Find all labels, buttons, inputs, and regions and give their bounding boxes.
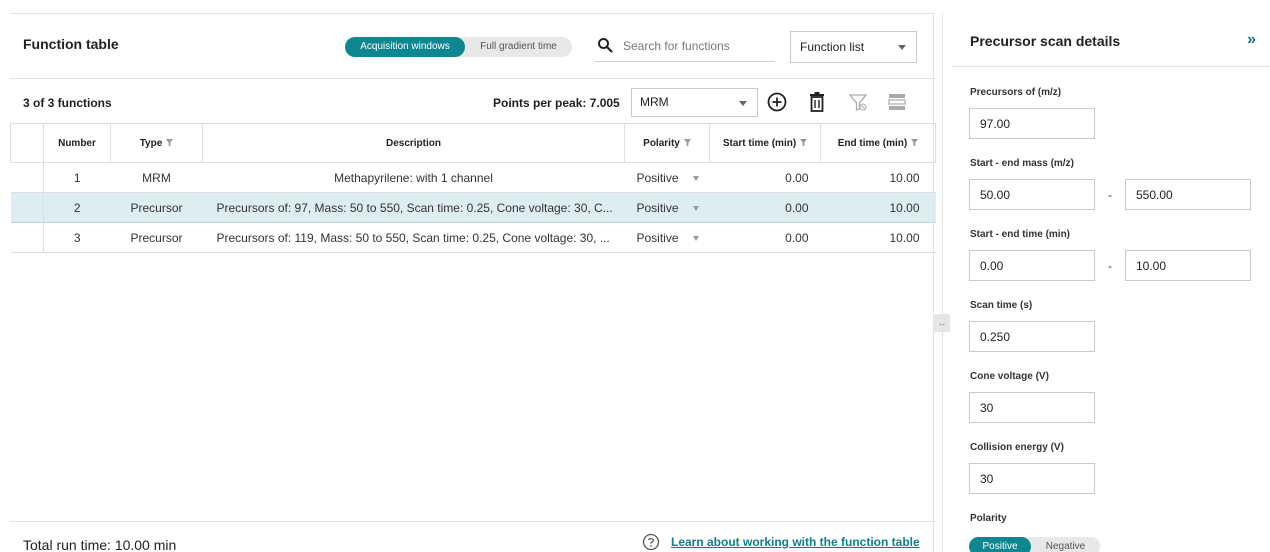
- polarity-label: Polarity: [970, 513, 1007, 524]
- cell-description: Precursors of: 97, Mass: 50 to 550, Scan…: [202, 192, 625, 223]
- cell-end-time: 10.00: [820, 162, 936, 193]
- details-divider: [952, 66, 1270, 67]
- cell-description: Methapyrilene: with 1 channel: [202, 162, 625, 193]
- polarity-positive[interactable]: Positive: [969, 537, 1031, 552]
- column-header-end-time[interactable]: End time (min): [820, 123, 936, 163]
- cone-voltage-label: Cone voltage (V): [970, 371, 1049, 382]
- pane-divider: [933, 13, 934, 552]
- column-header-start-time[interactable]: Start time (min): [709, 123, 821, 163]
- details-pane: Precursor scan details » Precursors of (…: [952, 13, 1270, 552]
- range-dash: -: [1108, 259, 1112, 273]
- column-header-type[interactable]: Type: [110, 123, 203, 163]
- view-toggle[interactable]: Acquisition windows Full gradient time: [345, 37, 572, 57]
- range-dash: -: [1108, 188, 1112, 202]
- function-table-header: Function table Acquisition windows Full …: [10, 14, 935, 78]
- start-time-input[interactable]: [969, 250, 1095, 281]
- points-per-peak: Points per peak: 7.005: [493, 96, 620, 110]
- cell-end-time: 10.00: [820, 222, 936, 253]
- precursors-label: Precursors of (m/z): [970, 87, 1062, 98]
- clear-filter-icon[interactable]: [847, 91, 869, 113]
- polarity-toggle[interactable]: Positive Negative: [969, 537, 1100, 552]
- add-icon[interactable]: [766, 91, 788, 113]
- filter-icon[interactable]: [166, 138, 174, 146]
- columns-icon[interactable]: [886, 91, 908, 113]
- cell-start-time: 0.00: [709, 222, 821, 253]
- cell-polarity[interactable]: Positive: [624, 192, 710, 223]
- cell-end-time: 10.00: [820, 192, 936, 223]
- function-table-pane: Function table Acquisition windows Full …: [10, 13, 936, 552]
- function-table-footer: Total run time: 10.00 min Learn about wo…: [10, 521, 935, 552]
- column-header-polarity[interactable]: Polarity: [624, 123, 710, 163]
- select-column-header: [10, 123, 44, 163]
- cell-type: Precursor: [110, 222, 203, 253]
- time-range-label: Start - end time (min): [970, 229, 1071, 240]
- row-select-cell[interactable]: [10, 162, 44, 193]
- scan-time-label: Scan time (s): [970, 300, 1033, 311]
- pane-divider: [942, 13, 943, 552]
- precursors-input[interactable]: [969, 108, 1095, 139]
- column-header-description[interactable]: Description: [202, 123, 625, 163]
- chevron-down-icon: [692, 235, 699, 241]
- function-count: 3 of 3 functions: [23, 96, 112, 110]
- table-row[interactable]: 3 Precursor Precursors of: 119, Mass: 50…: [10, 222, 936, 253]
- resize-handle-icon[interactable]: ↔: [934, 314, 950, 332]
- cell-number: 2: [43, 192, 111, 223]
- help-link[interactable]: Learn about working with the function ta…: [671, 535, 920, 549]
- cell-number: 1: [43, 162, 111, 193]
- help-icon[interactable]: [642, 533, 660, 551]
- function-type-select-value: MRM: [640, 95, 669, 109]
- search-input[interactable]: [623, 37, 773, 55]
- end-time-input[interactable]: [1125, 250, 1251, 281]
- cell-type: MRM: [110, 162, 203, 193]
- table-toolbar: 3 of 3 functions Points per peak: 7.005 …: [10, 78, 935, 123]
- collision-energy-input[interactable]: [969, 463, 1095, 494]
- function-list-select-value: Function list: [800, 40, 865, 54]
- function-list-select[interactable]: Function list: [790, 31, 917, 63]
- filter-icon[interactable]: [683, 138, 691, 146]
- start-mass-input[interactable]: [969, 179, 1095, 210]
- collapse-panel-icon[interactable]: »: [1247, 31, 1256, 49]
- table-row[interactable]: 2 Precursor Precursors of: 97, Mass: 50 …: [10, 192, 936, 223]
- collision-energy-label: Collision energy (V): [970, 442, 1064, 453]
- cell-description: Precursors of: 119, Mass: 50 to 550, Sca…: [202, 222, 625, 253]
- filter-icon[interactable]: [800, 138, 808, 146]
- cell-start-time: 0.00: [709, 192, 821, 223]
- function-type-select[interactable]: MRM: [631, 88, 758, 117]
- search-icon: [598, 38, 613, 53]
- total-run-time: Total run time: 10.00 min: [23, 537, 177, 552]
- polarity-negative[interactable]: Negative: [1031, 537, 1100, 552]
- chevron-down-icon: [692, 205, 699, 211]
- end-mass-input[interactable]: [1125, 179, 1251, 210]
- table-header-row: Number Type Description Polarity Start t…: [10, 123, 936, 163]
- cell-number: 3: [43, 222, 111, 253]
- details-title: Precursor scan details: [970, 33, 1121, 49]
- cone-voltage-input[interactable]: [969, 392, 1095, 423]
- cell-type: Precursor: [110, 192, 203, 223]
- toggle-acquisition-windows[interactable]: Acquisition windows: [345, 37, 465, 57]
- table-row[interactable]: 1 MRM Methapyrilene: with 1 channel Posi…: [10, 162, 936, 193]
- chevron-down-icon: [898, 45, 906, 50]
- mass-range-label: Start - end mass (m/z): [970, 158, 1074, 169]
- function-table-title: Function table: [23, 36, 119, 52]
- row-select-cell[interactable]: [10, 192, 44, 223]
- chevron-down-icon: [739, 101, 747, 106]
- cell-start-time: 0.00: [709, 162, 821, 193]
- column-header-number[interactable]: Number: [43, 123, 111, 163]
- row-select-cell[interactable]: [10, 222, 44, 253]
- chevron-down-icon: [692, 175, 699, 181]
- scan-time-input[interactable]: [969, 321, 1095, 352]
- search-box: [595, 32, 775, 62]
- function-table: Number Type Description Polarity Start t…: [10, 123, 936, 253]
- delete-icon[interactable]: [806, 91, 828, 113]
- cell-polarity[interactable]: Positive: [624, 162, 710, 193]
- toggle-full-gradient-time[interactable]: Full gradient time: [465, 37, 572, 57]
- cell-polarity[interactable]: Positive: [624, 222, 710, 253]
- filter-icon[interactable]: [911, 138, 919, 146]
